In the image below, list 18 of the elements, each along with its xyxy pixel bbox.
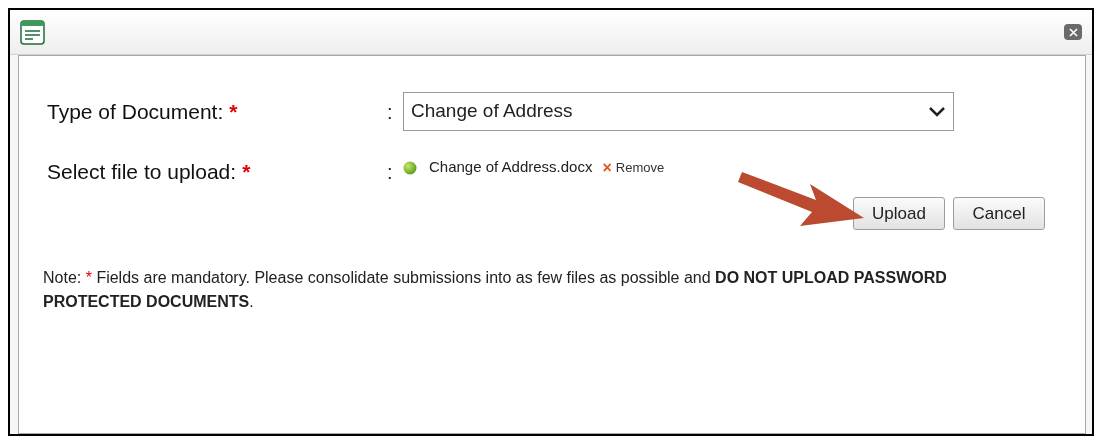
document-type-select[interactable]: Change of Address [403, 92, 954, 131]
cancel-button[interactable]: Cancel [953, 197, 1045, 230]
status-dot-icon [403, 160, 417, 175]
upload-button[interactable]: Upload [853, 197, 945, 230]
remove-icon[interactable]: × [602, 159, 612, 176]
remove-link[interactable]: Remove [615, 157, 665, 178]
separator: : [387, 99, 394, 125]
close-icon [1068, 27, 1078, 37]
required-mark: * [242, 158, 251, 185]
field-label: Select file to upload: [47, 158, 237, 185]
note-text: Note: * Fields are mandatory. Please consolidate submissions into as few files as possible and DO NOT UPLOAD PASSWORD PROTECTED DOCUMENTS. [43, 268, 948, 312]
file-name: Change of Address.docx [429, 157, 593, 178]
field-label: Type of Document: [47, 98, 224, 125]
close-button[interactable] [1064, 24, 1082, 40]
required-mark: * [229, 98, 238, 125]
separator: : [387, 159, 394, 185]
form-window-icon [20, 19, 45, 45]
chevron-down-icon [928, 105, 946, 118]
